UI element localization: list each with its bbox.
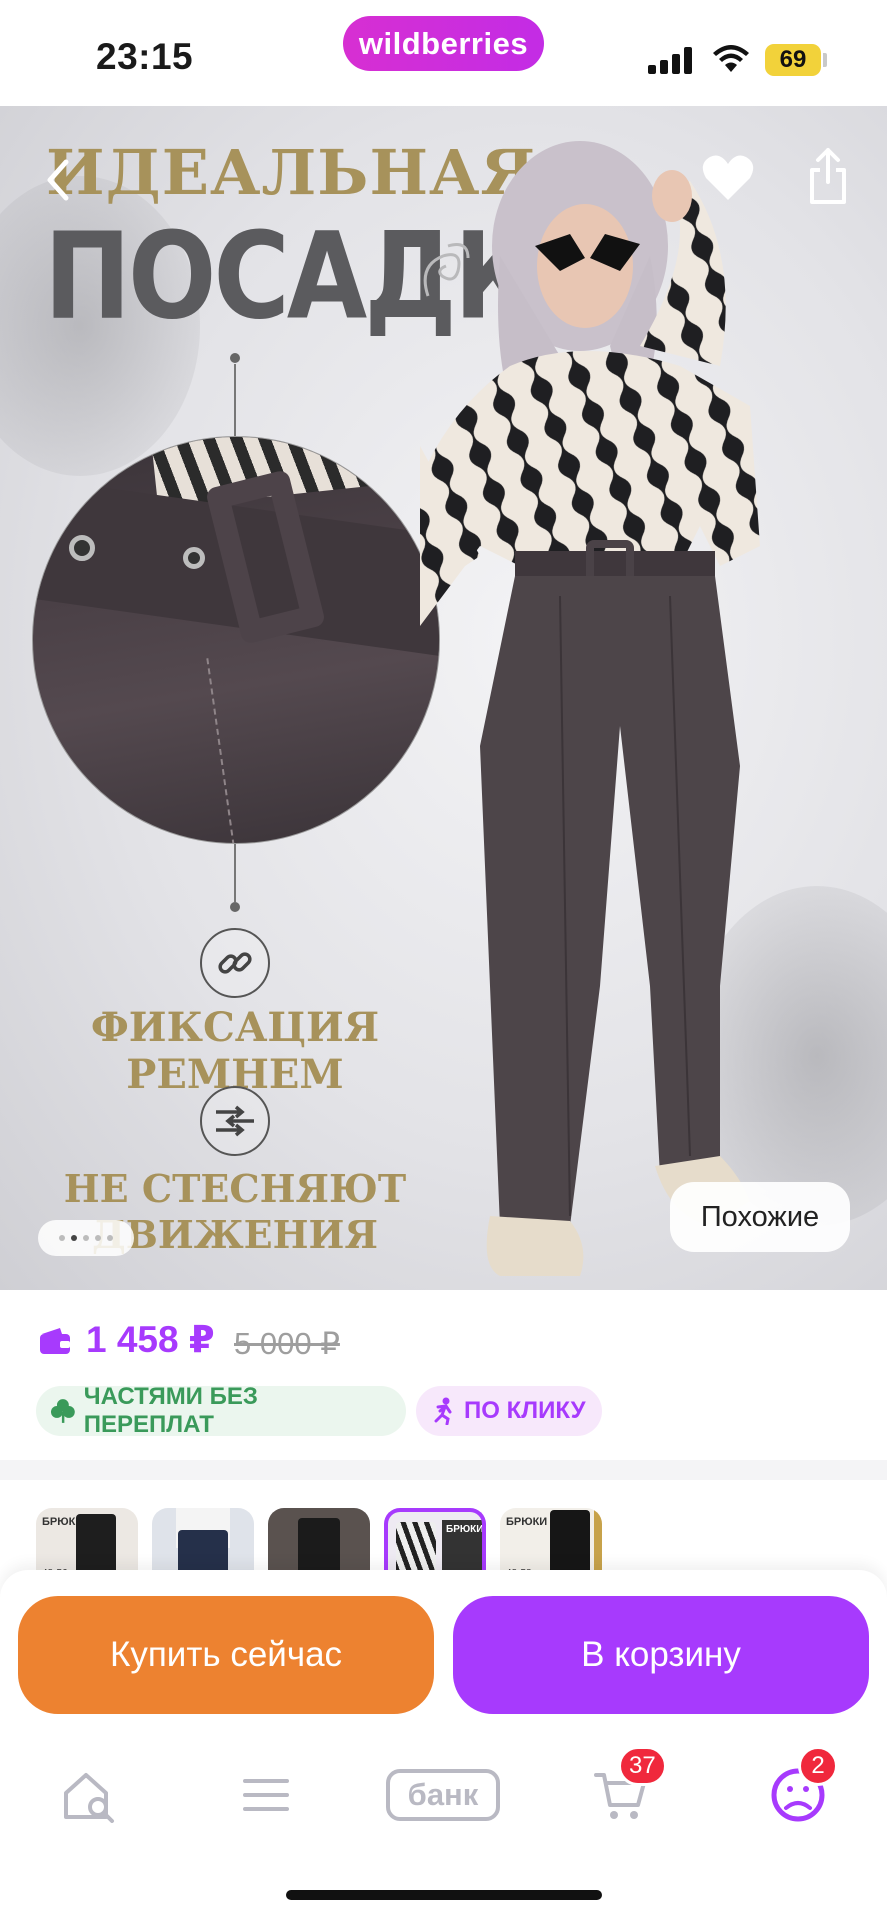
thumbnail-caption: БРЮКИ	[506, 1516, 548, 1528]
thumbnail-caption: БРЮКИ	[446, 1524, 484, 1535]
installments-badge[interactable]: ЧАСТЯМИ БЕЗ ПЕРЕПЛАТ	[36, 1383, 406, 1438]
one-click-label: ПО КЛИКУ	[464, 1397, 586, 1424]
belt-detail-closeup	[32, 436, 440, 844]
section-divider	[0, 1460, 887, 1480]
clover-icon	[50, 1399, 75, 1423]
pager-dot	[83, 1235, 89, 1241]
link-icon	[200, 928, 270, 998]
pager-dot	[95, 1235, 101, 1241]
arrows-icon	[200, 1086, 270, 1156]
pager-dot-active	[71, 1235, 77, 1241]
current-price: 1 458 ₽	[86, 1319, 215, 1360]
wildberries-pill[interactable]: wildberries	[343, 16, 544, 71]
old-price: 5 000 ₽	[234, 1326, 340, 1361]
connector-dot	[230, 353, 240, 363]
connector-line	[234, 844, 236, 902]
battery-cap	[823, 53, 827, 67]
cart-count-badge: 37	[618, 1746, 667, 1786]
status-bar: 23:15 wildberries 69	[0, 0, 887, 106]
wallet-icon	[40, 1328, 70, 1354]
cellular-signal-icon	[648, 46, 692, 74]
profile-notification-badge: 2	[798, 1746, 838, 1786]
pager-dot	[107, 1235, 113, 1241]
heart-icon[interactable]	[700, 150, 756, 206]
add-to-cart-button[interactable]: В корзину	[453, 1596, 869, 1714]
buy-now-button[interactable]: Купить сейчас	[18, 1596, 434, 1714]
similar-button[interactable]: Похожие	[670, 1182, 850, 1252]
tab-catalog[interactable]	[226, 1760, 306, 1830]
home-indicator	[286, 1890, 602, 1900]
back-chevron-icon[interactable]	[40, 150, 76, 210]
carousel-pager	[38, 1220, 134, 1256]
connector-line	[234, 364, 236, 436]
product-image-carousel[interactable]: ИДЕАЛЬНАЯ ПОСАДКА ФИКСАЦИЯ РЕМНЕМ НЕ СТЕ…	[0, 106, 887, 1290]
battery-indicator: 69	[765, 44, 821, 76]
installments-label: ЧАСТЯМИ БЕЗ ПЕРЕПЛАТ	[83, 1383, 258, 1438]
tab-home[interactable]	[50, 1760, 130, 1830]
price-section: 1 458 ₽ 5 000 ₽ ЧАСТЯМИ БЕЗ ПЕРЕПЛАТ ПО …	[0, 1290, 887, 1460]
feature-free-movement-line1: НЕ СТЕСНЯЮТ	[63, 1166, 407, 1211]
one-click-badge[interactable]: ПО КЛИКУ	[416, 1386, 602, 1436]
tab-bank[interactable]: банк	[384, 1760, 502, 1830]
share-icon[interactable]	[806, 146, 850, 206]
connector-dot	[230, 902, 240, 912]
menu-icon	[243, 1779, 289, 1811]
pager-dot	[59, 1235, 65, 1241]
feature-belt-fixation: ФИКСАЦИЯ РЕМНЕМ	[90, 1004, 380, 1098]
bank-icon: банк	[386, 1769, 500, 1821]
status-time: 23:15	[96, 36, 194, 77]
running-icon	[434, 1397, 452, 1425]
wifi-icon	[713, 45, 749, 72]
model-photo	[420, 141, 760, 1276]
purchase-action-bar: Купить сейчас В корзину	[0, 1570, 887, 1730]
home-search-icon	[64, 1773, 114, 1823]
bank-label: банк	[407, 1777, 479, 1812]
